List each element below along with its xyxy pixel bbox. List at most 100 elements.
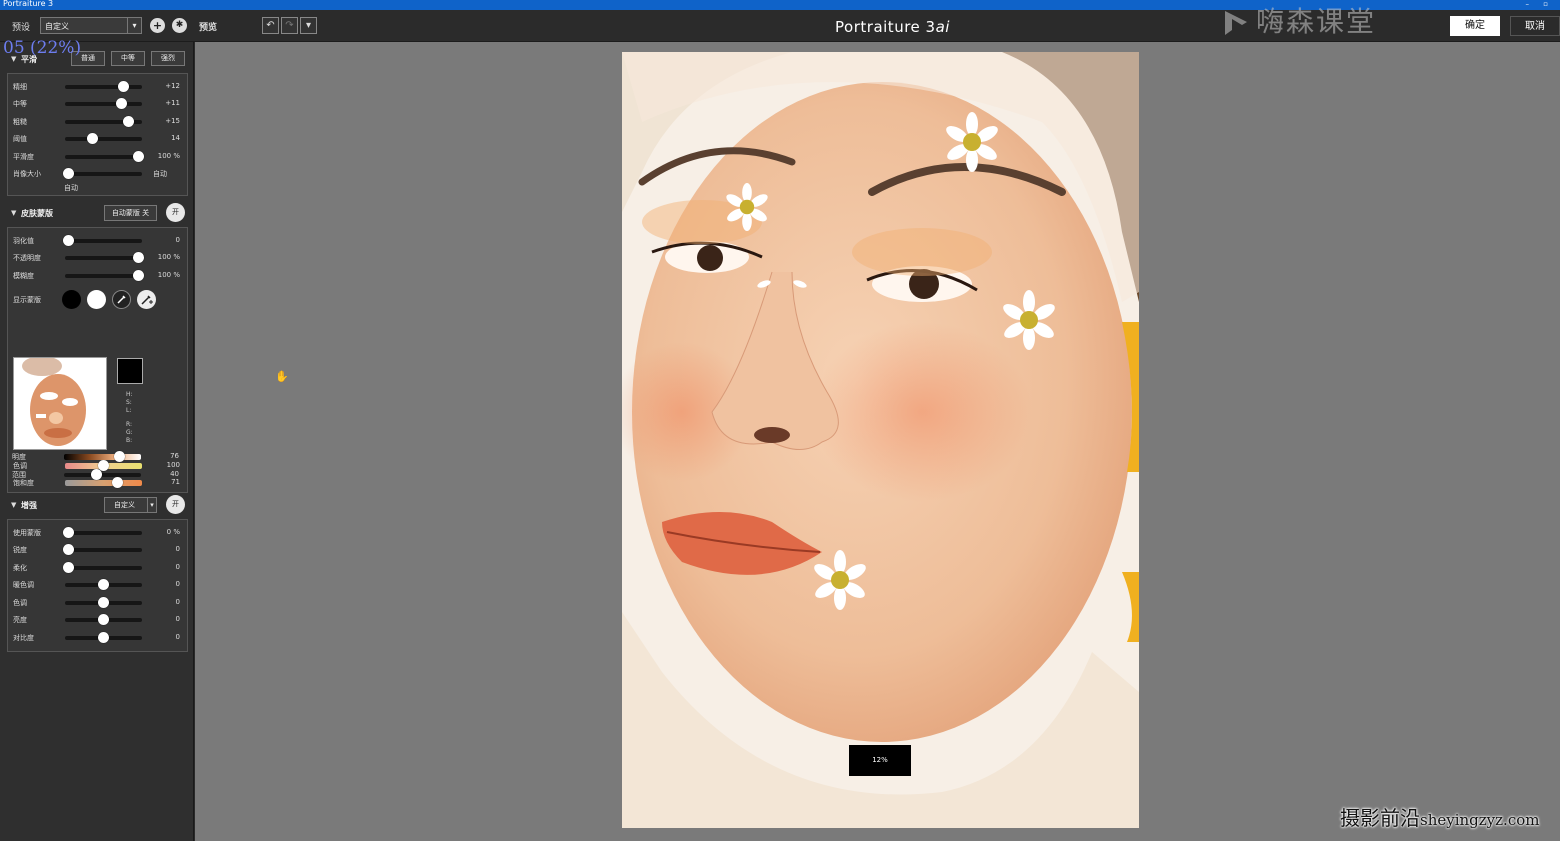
preset-dropdown[interactable]: 自定义 ▾ xyxy=(40,17,142,34)
slider-row: 粗糙 +15 xyxy=(8,112,189,129)
slider-thumb[interactable] xyxy=(63,235,75,246)
slider-track[interactable] xyxy=(65,81,142,92)
slider-thumb[interactable] xyxy=(98,632,109,643)
slider-label: 粗糙 xyxy=(13,118,27,126)
cancel-button[interactable]: 取消 xyxy=(1510,16,1560,36)
slider-track[interactable] xyxy=(65,579,142,590)
slider-value: 100 % xyxy=(157,253,180,261)
skin-mask-on-button[interactable]: 开 xyxy=(166,203,185,222)
slider-value: +11 xyxy=(165,99,180,107)
portraiture-window: Portraiture 3 – ▫ 预设 自定义 ▾ + ✱ 预览 ↶ ↷ ▾ … xyxy=(0,0,1560,841)
tab-strong[interactable]: 强烈 xyxy=(151,51,185,66)
eyedropper-icon[interactable] xyxy=(112,290,131,309)
zoom-level-badge: 12% xyxy=(849,745,911,776)
rgb-r-label: R: xyxy=(126,421,133,428)
slider-track[interactable] xyxy=(63,562,142,573)
undo-icon[interactable]: ↶ xyxy=(262,17,279,34)
slider-label: 暖色调 xyxy=(13,581,34,589)
slider-track[interactable] xyxy=(65,614,142,625)
mask-white-swatch[interactable] xyxy=(87,290,106,309)
smoothing-group: 精细 +12 中等 +11 粗糙 +15 阈值 14 平滑度 100 % 肖像大… xyxy=(7,73,188,196)
enhance-on-button[interactable]: 开 xyxy=(166,495,185,514)
ok-button[interactable]: 确定 xyxy=(1450,16,1500,36)
slider-track[interactable] xyxy=(64,469,141,480)
slider-track[interactable] xyxy=(65,597,142,608)
slider-value: 0 % xyxy=(166,528,180,536)
gear-icon[interactable]: ✱ xyxy=(172,18,187,33)
slider-track[interactable] xyxy=(65,116,142,127)
slider-label: 中等 xyxy=(13,100,27,108)
slider-row: 中等 +11 xyxy=(8,94,189,111)
slider-thumb[interactable] xyxy=(63,168,75,179)
slider-track[interactable] xyxy=(65,252,144,263)
slider-row: 对比度 0 xyxy=(8,628,189,645)
lightness-slider-row: 明度 76 xyxy=(7,447,188,464)
mask-preview-image xyxy=(14,358,106,449)
slider-label: 不透明度 xyxy=(13,254,41,262)
slider-row: 阈值 14 xyxy=(8,129,189,146)
tab-medium[interactable]: 中等 xyxy=(111,51,145,66)
slider-thumb[interactable] xyxy=(132,270,144,281)
preview-label[interactable]: 预览 xyxy=(199,20,217,33)
slider-thumb[interactable] xyxy=(98,579,109,590)
lightness-track[interactable] xyxy=(64,451,141,462)
slider-row: 暖色调 0 xyxy=(8,575,189,592)
slider-row: 不透明度 100 % xyxy=(8,248,189,265)
rgb-b-label: B: xyxy=(126,437,133,444)
slider-track[interactable] xyxy=(65,270,144,281)
hand-cursor-icon: ✋ xyxy=(275,370,289,383)
slider-thumb[interactable] xyxy=(63,527,75,538)
add-preset-button[interactable]: + xyxy=(150,18,165,33)
slider-label: 范围 xyxy=(12,471,26,479)
caret-down-icon: ▼ xyxy=(11,209,17,217)
slider-track[interactable] xyxy=(63,168,142,179)
slider-label: 肖像大小 xyxy=(13,170,41,178)
window-title: Portraiture 3 xyxy=(3,0,54,8)
slider-track[interactable] xyxy=(65,98,142,109)
app-title-main: Portraiture 3 xyxy=(835,18,936,36)
slider-value: 0 xyxy=(175,615,180,623)
slider-thumb[interactable] xyxy=(63,544,75,555)
enhance-preset-dropdown[interactable]: 自定义 ▾ xyxy=(104,497,157,513)
window-controls[interactable]: – ▫ xyxy=(1526,0,1554,9)
slider-thumb[interactable] xyxy=(98,614,109,625)
hsl-h-label: H: xyxy=(126,391,133,398)
redo-icon[interactable]: ↷ xyxy=(281,17,298,34)
skin-mask-section-header[interactable]: ▼ 皮肤蒙版 xyxy=(0,204,194,224)
slider-row: 使用蒙版 0 % xyxy=(8,523,189,540)
mask-black-swatch[interactable] xyxy=(62,290,81,309)
app-title-suffix: ai xyxy=(935,18,950,36)
slider-thumb[interactable] xyxy=(132,252,144,263)
enhance-section-header[interactable]: ▼ 增强 xyxy=(0,496,194,516)
slider-thumb[interactable] xyxy=(63,562,75,573)
portrait-photo[interactable] xyxy=(622,52,1139,828)
slider-thumb[interactable] xyxy=(90,469,102,480)
slider-thumb[interactable] xyxy=(98,597,109,608)
slider-track[interactable] xyxy=(63,544,142,555)
slider-thumb[interactable] xyxy=(123,116,135,127)
play-logo-icon xyxy=(1225,11,1247,35)
slider-thumb[interactable] xyxy=(113,451,125,462)
slider-thumb[interactable] xyxy=(115,98,127,109)
eyedropper-add-icon[interactable] xyxy=(137,290,156,309)
slider-label: 使用蒙版 xyxy=(13,529,41,537)
chevron-down-icon: ▾ xyxy=(147,498,156,512)
slider-label: 平滑度 xyxy=(13,153,34,161)
watermark-bottom-url: sheyingzyz.com xyxy=(1420,811,1540,829)
selected-color-swatch[interactable] xyxy=(117,358,143,384)
slider-thumb[interactable] xyxy=(118,81,130,92)
slider-label: 色调 xyxy=(13,599,27,607)
slider-track[interactable] xyxy=(65,632,142,643)
history-dropdown-icon[interactable]: ▾ xyxy=(300,17,317,34)
slider-track[interactable] xyxy=(63,527,142,538)
slider-label: 模糊度 xyxy=(13,272,34,280)
enhance-group: 使用蒙版 0 % 锐度 0 柔化 0 暖色调 0 色调 0 亮度 0 对比度 0 xyxy=(7,519,188,652)
slider-thumb[interactable] xyxy=(87,133,99,144)
slider-track[interactable] xyxy=(63,235,142,246)
range-slider-row: 范围 40 xyxy=(7,465,188,482)
slider-track[interactable] xyxy=(65,151,144,162)
slider-thumb[interactable] xyxy=(132,151,144,162)
preview-canvas[interactable]: 12% xyxy=(195,42,1560,841)
auto-mask-button[interactable]: 自动蒙版 关 xyxy=(104,205,157,221)
slider-track[interactable] xyxy=(65,133,142,144)
